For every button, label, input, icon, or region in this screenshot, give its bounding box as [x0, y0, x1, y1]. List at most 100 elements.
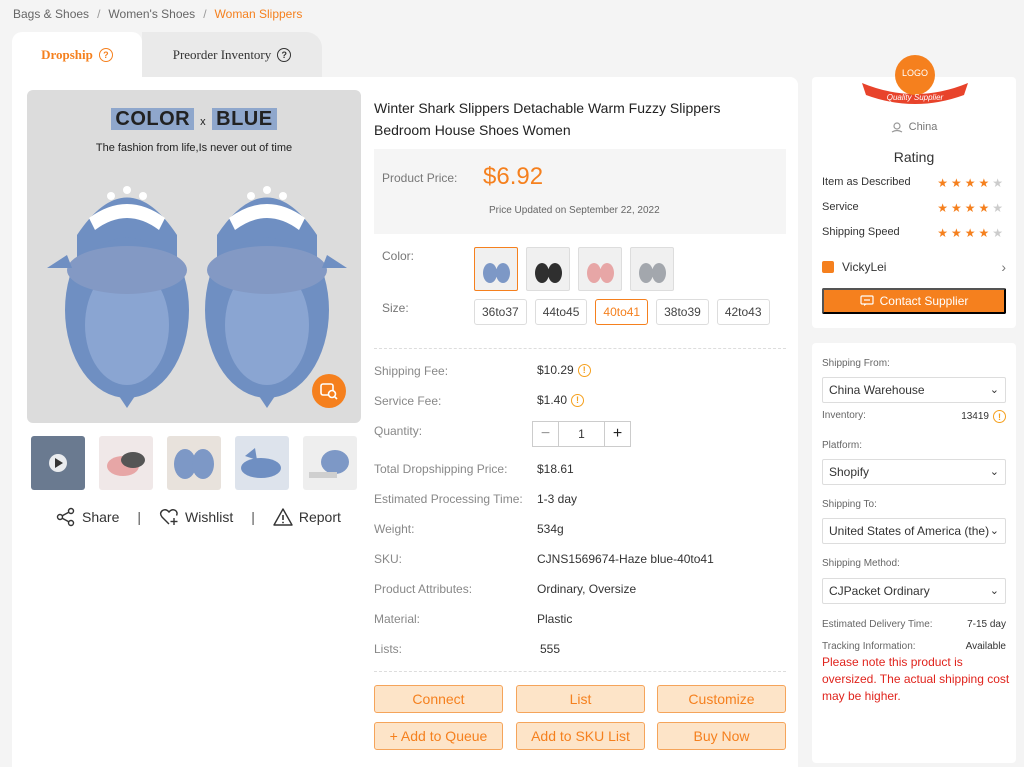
size-option[interactable]: 36to37 — [474, 299, 527, 325]
color-swatch-grey[interactable] — [630, 247, 674, 291]
rating-label: Service — [822, 201, 859, 213]
connect-button[interactable]: Connect — [374, 685, 503, 713]
chevron-down-icon: ⌄ — [989, 525, 999, 537]
buy-now-button[interactable]: Buy Now — [657, 722, 786, 750]
add-to-sku-list-button[interactable]: Add to SKU List — [516, 722, 645, 750]
material-label: Material: — [374, 612, 421, 626]
thumbnail-image[interactable] — [303, 436, 357, 490]
supplier-profile-link[interactable]: VickyLei › — [822, 259, 1006, 275]
service-fee-amount: $1.40 — [537, 393, 568, 407]
exclamation-circle-icon[interactable]: ! — [577, 363, 591, 377]
breadcrumb-link-bags-shoes[interactable]: Bags & Shoes — [13, 7, 89, 21]
tracking-label: Tracking Information: — [822, 641, 916, 652]
delivery-time-label: Estimated Delivery Time: — [822, 619, 933, 630]
shipping-fee-value: $10.29 ! — [537, 363, 591, 377]
color-swatch-blue[interactable] — [474, 247, 518, 291]
warning-triangle-icon — [273, 508, 293, 526]
platform-select[interactable]: Shopify ⌄ — [822, 459, 1006, 485]
exclamation-circle-icon[interactable]: ! — [571, 393, 585, 407]
exclamation-circle-icon[interactable]: ! — [993, 410, 1006, 423]
supplier-logo-text: LOGO — [901, 68, 928, 78]
shipping-method-select[interactable]: CJPacket Ordinary ⌄ — [822, 578, 1006, 604]
product-card: COLOR x BLUE The fashion from life,Is neve… — [12, 77, 798, 767]
rating-label: Item as Described — [822, 176, 911, 188]
chevron-down-icon: ⌄ — [989, 466, 999, 478]
total-price-label: Total Dropshipping Price: — [374, 462, 508, 476]
thumbnail-image[interactable] — [235, 436, 289, 490]
shipping-method-label: Shipping Method: — [822, 558, 900, 569]
quantity-input[interactable]: 1 — [559, 422, 604, 446]
breadcrumb-link-womens-shoes[interactable]: Women's Shoes — [108, 7, 195, 21]
slipper-thumbnail-side — [241, 448, 281, 478]
product-title: Winter Shark Slippers Detachable Warm Fu… — [374, 100, 721, 138]
attributes-value: Ordinary, Oversize — [537, 582, 637, 596]
oversize-warning-note: Please note this product is oversized. T… — [822, 655, 1010, 703]
star-rating: ★★★★★ — [937, 176, 1006, 190]
customize-button[interactable]: Customize — [657, 685, 786, 713]
breadcrumb-separator: / — [203, 7, 207, 21]
rating-label: Shipping Speed — [822, 226, 900, 238]
report-button[interactable]: Report — [273, 507, 341, 527]
list-button[interactable]: List — [516, 685, 645, 713]
quantity-increase-button[interactable]: + — [604, 422, 630, 446]
color-swatch-pink[interactable] — [578, 247, 622, 291]
thumbnail-image[interactable] — [99, 436, 153, 490]
share-button[interactable]: Share — [56, 507, 119, 527]
slipper-swatch-blue — [483, 263, 510, 283]
inventory-count: 13419 — [961, 411, 989, 422]
sku-value: CJNS1569674-Haze blue-40to41 — [537, 552, 714, 566]
product-main-image[interactable]: COLOR x BLUE The fashion from life,Is neve… — [27, 90, 361, 423]
quality-supplier-badge: LOGO Quality Supplier — [860, 51, 970, 111]
share-label: Share — [82, 509, 120, 525]
product-actions: Share | Wishlist | Report — [56, 507, 341, 527]
rating-title: Rating — [893, 149, 935, 165]
location-pin-icon — [891, 122, 902, 133]
slipper-thumbnail-pink — [107, 452, 145, 476]
size-option[interactable]: 44to45 — [534, 299, 588, 325]
inventory-value: 13419 ! — [961, 410, 1006, 423]
star-rating: ★★★★★ — [937, 201, 1006, 215]
size-option-selected[interactable]: 40to41 — [595, 299, 649, 325]
quantity-label: Quantity: — [374, 424, 423, 438]
breadcrumb: Bags & Shoes / Women's Shoes / Woman Sli… — [13, 7, 302, 21]
size-option[interactable]: 38to39 — [656, 299, 709, 325]
sku-label: SKU: — [374, 552, 403, 566]
rating-row: Service ★★★★★ — [822, 201, 1006, 215]
size-option[interactable]: 42to43 — [716, 299, 770, 325]
shipping-fee-amount: $10.29 — [537, 363, 574, 377]
add-to-queue-button[interactable]: + Add to Queue — [374, 722, 503, 750]
thumbnail-image[interactable] — [167, 436, 221, 490]
contact-supplier-button[interactable]: Contact Supplier — [822, 288, 1006, 314]
tab-dropship[interactable]: Dropship ? — [12, 32, 142, 77]
star-rating: ★★★★★ — [937, 226, 1006, 240]
breadcrumb-separator: / — [97, 7, 101, 21]
image-search-button[interactable] — [312, 374, 346, 408]
action-separator: | — [137, 509, 141, 525]
wishlist-label: Wishlist — [185, 509, 234, 525]
tab-dropship-label: Dropship — [41, 46, 93, 62]
report-label: Report — [298, 509, 341, 525]
slipper-thumbnail-worn — [309, 450, 349, 478]
question-circle-icon[interactable]: ? — [277, 47, 292, 62]
wishlist-button[interactable]: Wishlist — [159, 507, 233, 527]
color-swatch-black[interactable] — [526, 247, 570, 291]
shipping-to-select[interactable]: United States of America (the) ⌄ — [822, 518, 1006, 544]
thumbnail-strip — [31, 436, 357, 490]
chat-icon — [860, 295, 874, 306]
shipping-from-select[interactable]: China Warehouse ⌄ — [822, 377, 1006, 403]
breadcrumb-current[interactable]: Woman Slippers — [215, 7, 303, 21]
tab-preorder-inventory[interactable]: Preorder Inventory ? — [142, 32, 322, 77]
color-options — [474, 247, 674, 291]
lists-label: Lists: — [374, 642, 403, 656]
chevron-down-icon: ⌄ — [989, 585, 999, 597]
question-circle-icon[interactable]: ? — [98, 47, 113, 62]
size-label: Size: — [382, 301, 409, 315]
quantity-decrease-button[interactable]: − — [533, 422, 559, 446]
price-box: Product Price: $6.92 Price Updated on Se… — [374, 149, 786, 234]
shipping-method-value: CJPacket Ordinary — [829, 584, 930, 598]
weight-label: Weight: — [374, 522, 415, 536]
supplier-country-name: China — [908, 121, 938, 133]
shipping-fee-label: Shipping Fee: — [374, 364, 449, 378]
inventory-label: Inventory: — [822, 410, 866, 421]
thumbnail-video[interactable] — [31, 436, 85, 490]
